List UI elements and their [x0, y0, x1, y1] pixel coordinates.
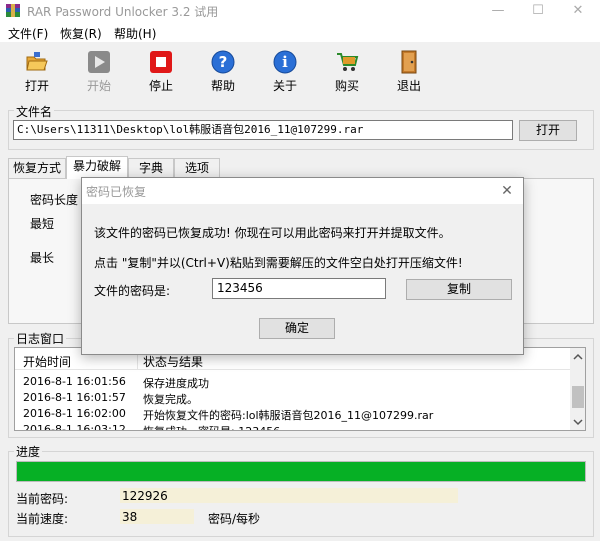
exit-door-icon	[401, 50, 417, 74]
current-speed-value: 38	[122, 510, 138, 524]
close-button[interactable]: ✕	[558, 0, 598, 22]
log-row: 2016-8-1 16:01:56 保存进度成功	[23, 375, 568, 390]
log-row-status: 恢复完成。	[143, 393, 198, 406]
log-header-status[interactable]: 状态与结果	[143, 353, 203, 370]
window-title: RAR Password Unlocker 3.2 试用	[27, 5, 219, 19]
dialog-title-bar: 密码已恢复 ✕	[82, 178, 523, 204]
menu-file[interactable]: 文件(F)	[8, 25, 48, 42]
log-group-label: 日志窗口	[14, 330, 67, 347]
log-row: 2016-8-1 16:03:12 恢复成功，密码是: 123456	[23, 423, 568, 431]
password-length-label: 密码长度	[30, 193, 79, 207]
log-row: 2016-8-1 16:02:00 开始恢复文件的密码:lol韩服语音包2016…	[23, 407, 568, 422]
toolbar-about-label: 关于	[272, 79, 297, 93]
log-row-status: 恢复成功，密码是: 123456	[143, 423, 280, 430]
log-row: 2016-8-1 16:01:57 恢复完成。	[23, 391, 568, 406]
dialog-copy-button[interactable]: 复制	[406, 279, 512, 300]
progress-group-label: 进度	[14, 443, 43, 460]
progress-bar-fill	[17, 462, 585, 481]
toolbar-exit-button[interactable]: 退出	[384, 44, 434, 96]
toolbar: 打开 开始 停止 ? 帮助 i 关于 购买 退出	[0, 44, 600, 96]
toolbar-exit-label: 退出	[396, 79, 421, 93]
svg-text:?: ?	[219, 53, 228, 71]
dialog-password-field[interactable]: 123456	[212, 278, 386, 299]
minimize-button[interactable]: —	[478, 0, 518, 22]
title-bar: RAR Password Unlocker 3.2 试用 — ☐ ✕	[0, 0, 600, 22]
dialog-message-success: 该文件的密码已恢复成功! 你现在可以用此密码来打开并提取文件。	[94, 226, 451, 240]
dialog-close-icon[interactable]: ✕	[495, 180, 519, 202]
password-recovered-dialog: 密码已恢复 ✕ 该文件的密码已恢复成功! 你现在可以用此密码来打开并提取文件。 …	[81, 177, 524, 355]
tab-brute-force[interactable]: 暴力破解	[66, 156, 128, 179]
dialog-password-label: 文件的密码是:	[94, 284, 171, 298]
max-length-label: 最长	[30, 251, 55, 265]
menu-recover[interactable]: 恢复(R)	[60, 25, 102, 42]
help-icon: ?	[211, 50, 235, 74]
current-password-value: 122926	[122, 489, 168, 503]
cart-icon	[337, 53, 359, 71]
menu-bar: 文件(F) 恢复(R) 帮助(H)	[0, 22, 600, 42]
speed-unit-label: 密码/每秒	[208, 512, 261, 526]
scroll-down-icon[interactable]	[573, 418, 583, 426]
tab-dictionary[interactable]: 字典	[128, 158, 174, 178]
tab-options[interactable]: 选项	[174, 158, 220, 178]
log-row-status: 保存进度成功	[143, 377, 209, 390]
log-row-time: 2016-8-1 16:01:56	[23, 375, 126, 388]
toolbar-open-label: 打开	[24, 79, 49, 93]
toolbar-open-button[interactable]: 打开	[12, 44, 62, 96]
current-password-box	[120, 488, 458, 503]
toolbar-help-button[interactable]: ? 帮助	[198, 44, 248, 96]
rar-app-icon	[6, 4, 20, 17]
open-folder-icon	[26, 52, 48, 71]
dialog-message-instructions: 点击 "复制"并以(Ctrl+V)粘贴到需要解压的文件空白处打开压缩文件!	[94, 256, 463, 270]
toolbar-stop-button[interactable]: 停止	[136, 44, 186, 96]
scroll-up-icon[interactable]	[573, 353, 583, 361]
toolbar-about-button[interactable]: i 关于	[260, 44, 310, 96]
progress-bar	[16, 461, 586, 482]
info-icon: i	[273, 50, 297, 74]
menu-help[interactable]: 帮助(H)	[114, 25, 156, 42]
file-path-field[interactable]: C:\Users\11311\Desktop\lol韩服语音包2016_11@1…	[13, 120, 513, 140]
tab-recovery-method[interactable]: 恢复方式	[8, 158, 66, 178]
min-length-label: 最短	[30, 217, 55, 231]
toolbar-help-label: 帮助	[210, 79, 235, 93]
stop-icon	[150, 51, 172, 73]
current-password-label: 当前密码:	[16, 492, 69, 506]
log-header-time[interactable]: 开始时间	[23, 353, 71, 370]
log-row-time: 2016-8-1 16:02:00	[23, 407, 126, 420]
play-icon	[88, 51, 110, 73]
dialog-ok-button[interactable]: 确定	[259, 318, 335, 339]
log-list[interactable]: 开始时间 状态与结果 2016-8-1 16:01:56 保存进度成功 2016…	[14, 347, 586, 431]
file-open-button[interactable]: 打开	[519, 120, 577, 141]
log-scrollbar[interactable]	[570, 348, 585, 430]
toolbar-buy-button[interactable]: 购买	[322, 44, 372, 96]
toolbar-start-button[interactable]: 开始	[74, 44, 124, 96]
file-group-label: 文件名	[14, 103, 55, 120]
toolbar-start-label: 开始	[86, 79, 111, 93]
maximize-button[interactable]: ☐	[518, 0, 558, 22]
toolbar-stop-label: 停止	[148, 79, 173, 93]
current-speed-label: 当前速度:	[16, 512, 69, 526]
log-row-time: 2016-8-1 16:03:12	[23, 423, 126, 431]
log-row-time: 2016-8-1 16:01:57	[23, 391, 126, 404]
dialog-title: 密码已恢复	[86, 185, 147, 199]
log-scroll-thumb[interactable]	[572, 386, 584, 408]
svg-text:i: i	[282, 53, 288, 71]
log-row-status: 开始恢复文件的密码:lol韩服语音包2016_11@107299.rar	[143, 409, 434, 422]
toolbar-buy-label: 购买	[334, 79, 359, 93]
